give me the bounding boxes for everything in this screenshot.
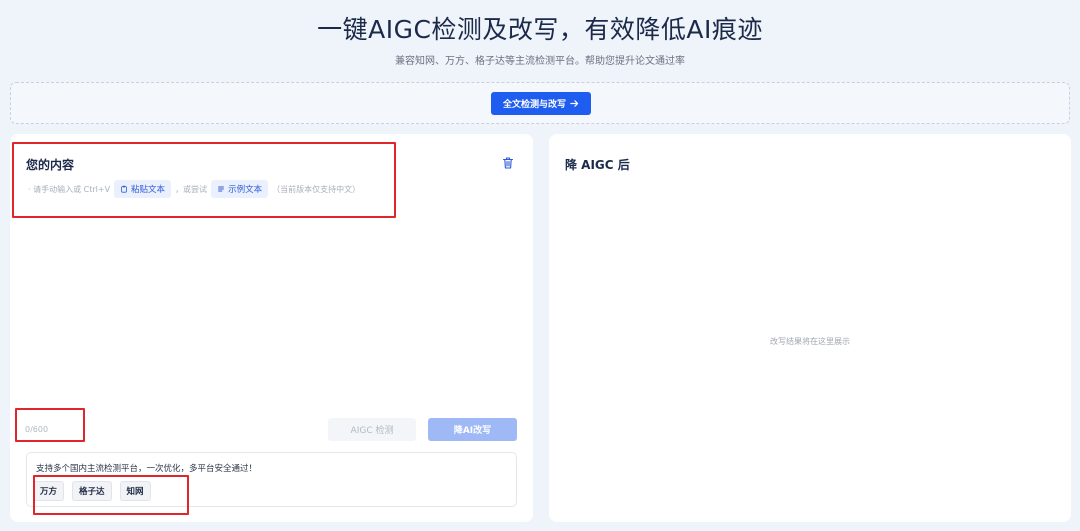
full-check-bar: 全文检测与改写 [10, 82, 1070, 124]
arrow-right-icon [570, 100, 579, 107]
annotation-box-header [12, 142, 396, 218]
full-check-rewrite-label: 全文检测与改写 [502, 100, 566, 110]
output-panel-title: 降 AIGC 后 [565, 158, 630, 172]
output-placeholder: 改写结果将在这里展示 [770, 337, 850, 346]
trash-icon[interactable] [501, 156, 515, 170]
annotation-box-platforms [33, 475, 189, 515]
rewrite-button[interactable]: 降AI改写 [428, 418, 517, 441]
content-input[interactable] [26, 204, 517, 409]
annotation-box-counter [15, 408, 85, 442]
hero-subtitle: 兼容知网、万方、格子达等主流检测平台。帮助您提升论文通过率 [395, 56, 685, 67]
aigc-detect-button[interactable]: AIGC 检测 [328, 418, 416, 441]
hero-title: 一键AIGC检测及改写，有效降低AI痕迹 [317, 15, 763, 44]
output-panel: 降 AIGC 后 改写结果将在这里展示 [549, 134, 1071, 522]
full-check-rewrite-button[interactable]: 全文检测与改写 [491, 92, 591, 115]
platform-support-text: 支持多个国内主流检测平台，一次优化，多平台安全通过！ [36, 464, 258, 474]
